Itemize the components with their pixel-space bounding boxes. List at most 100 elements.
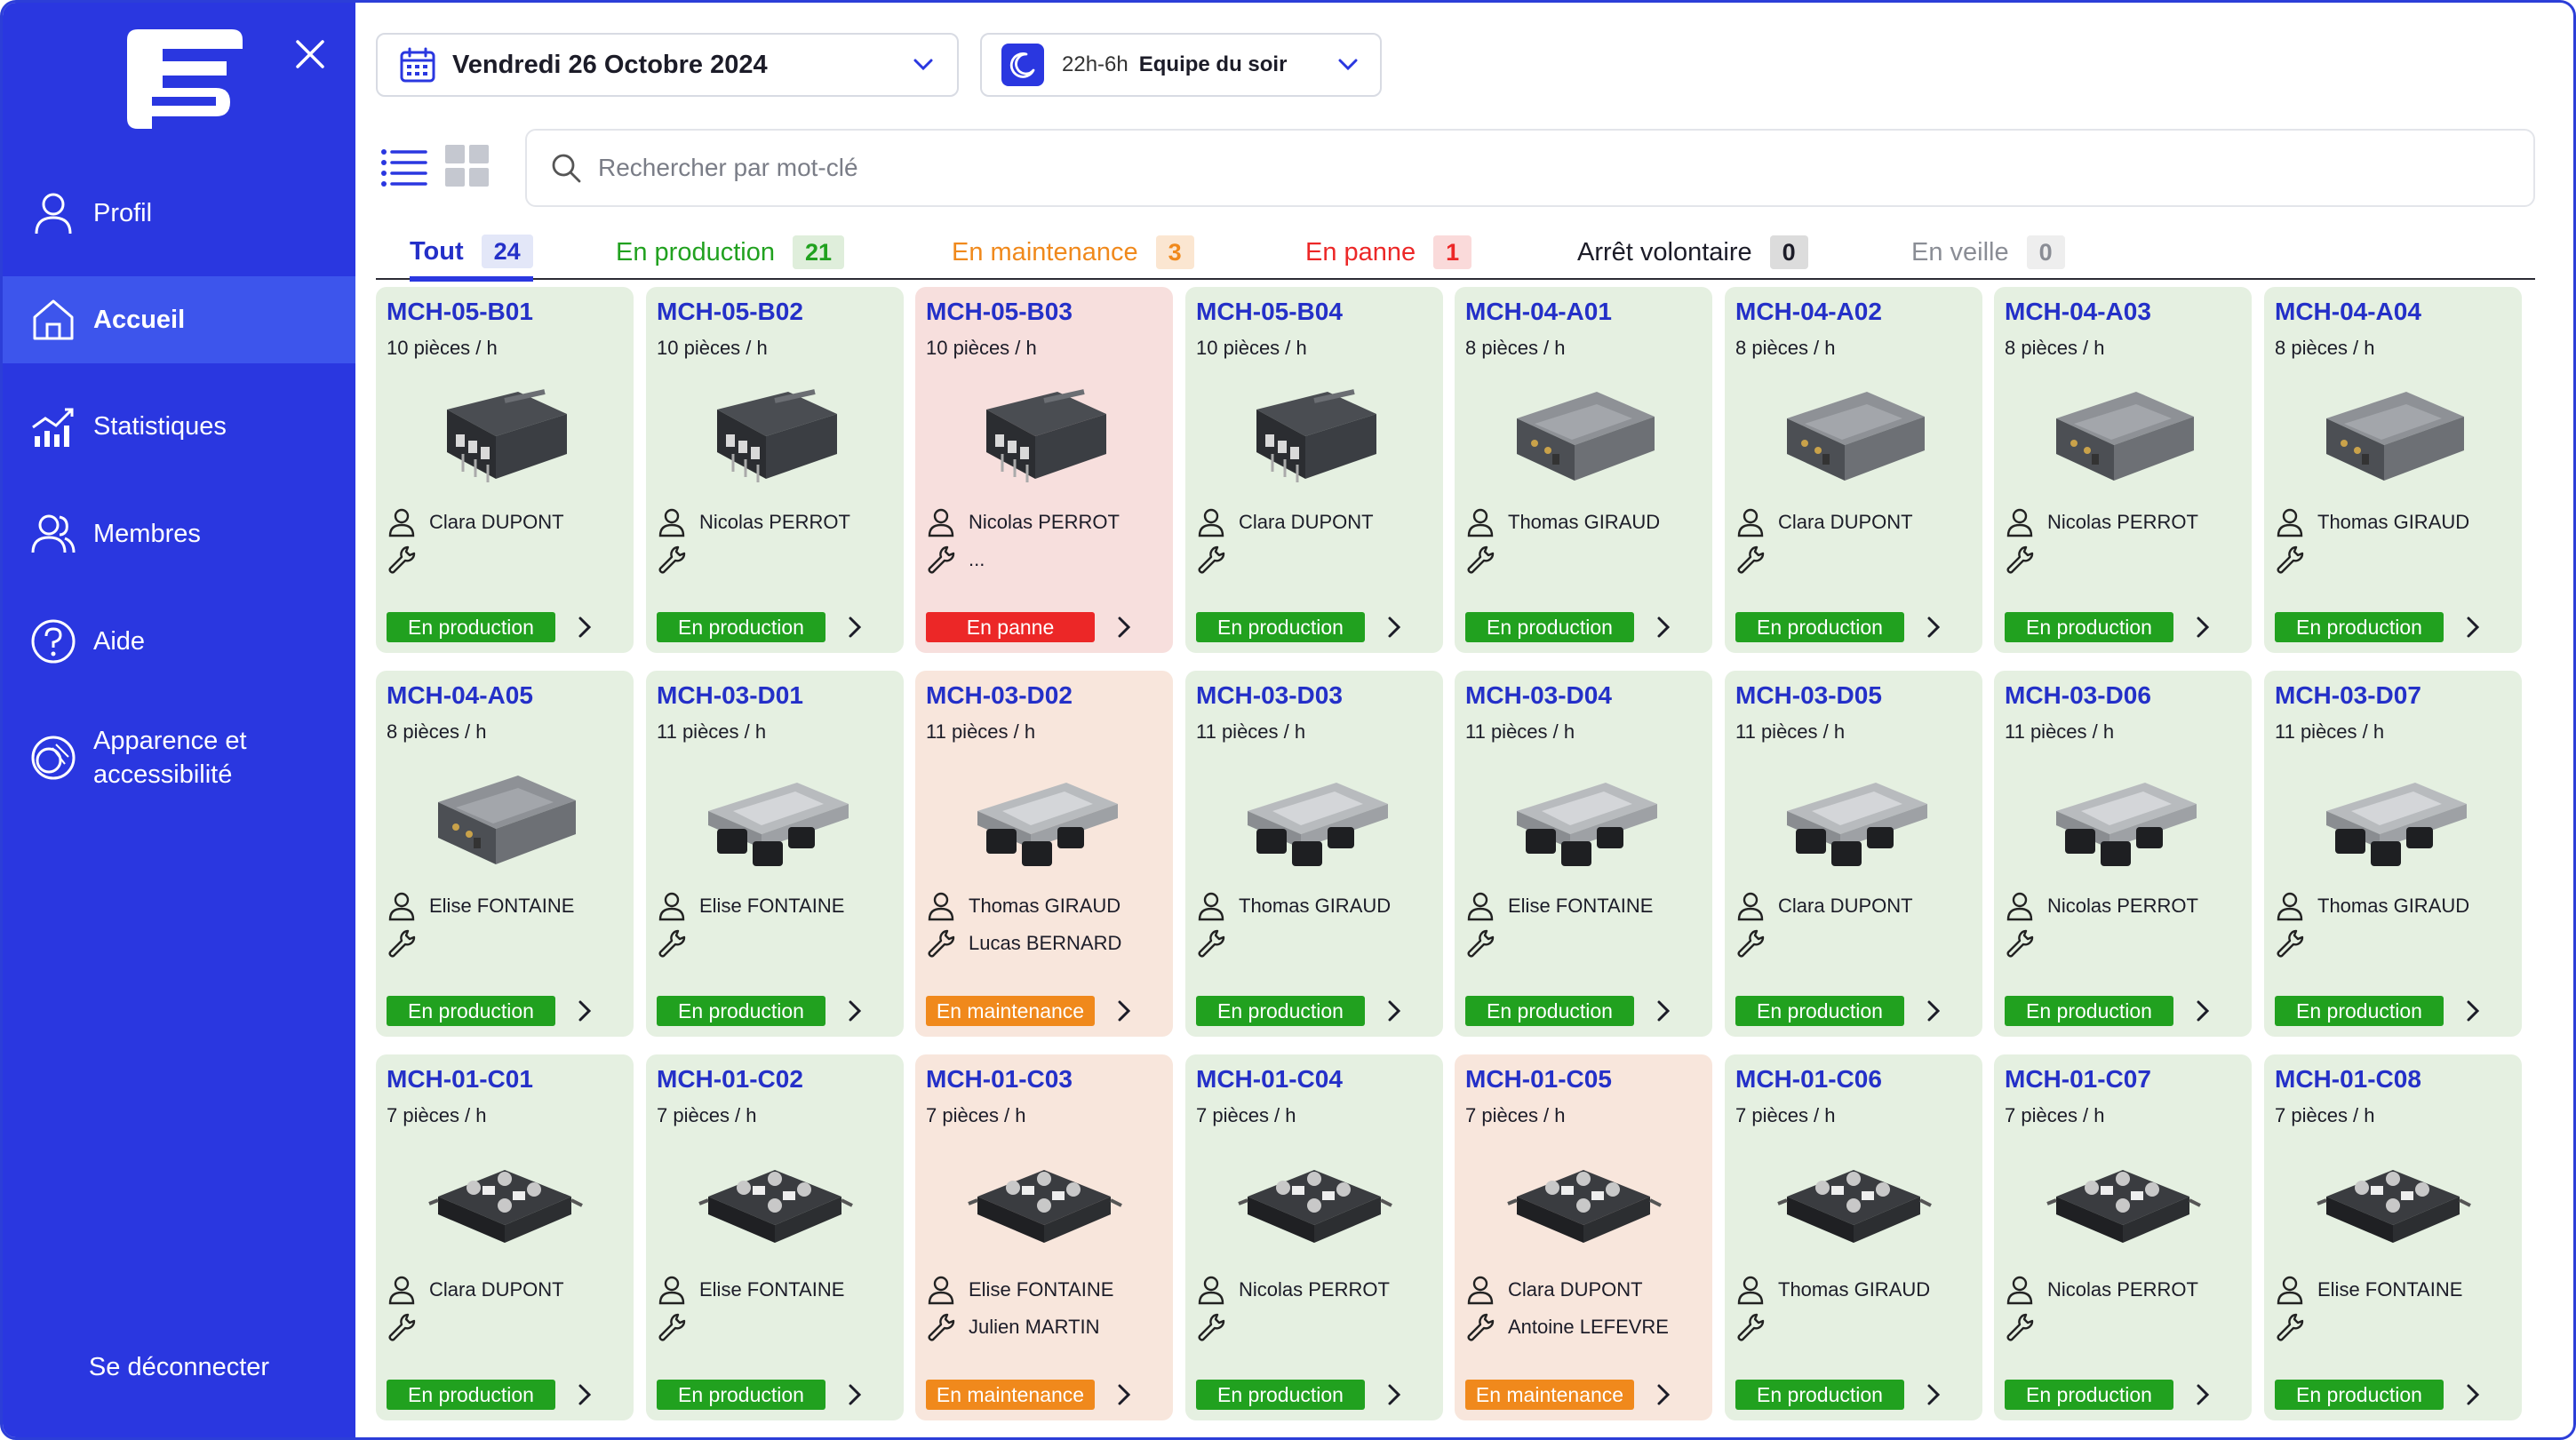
status-badge[interactable]: En production [387, 1380, 555, 1410]
sidebar-item-apparence[interactable]: Apparence et accessibilité [3, 713, 355, 802]
status-badge[interactable]: En production [1196, 1380, 1365, 1410]
machine-card-mch-03-d06[interactable]: MCH-03-D06 11 pièces / h Nicolas PERROT … [1994, 671, 2252, 1037]
machine-card-mch-05-b02[interactable]: MCH-05-B02 10 pièces / h Nicolas PERROT … [646, 287, 904, 653]
machine-card-mch-03-d01[interactable]: MCH-03-D01 11 pièces / h Elise FONTAINE … [646, 671, 904, 1037]
status-badge[interactable]: En production [1735, 612, 1904, 642]
chevron-right-icon[interactable] [1652, 999, 1675, 1022]
tab-arret-volontaire[interactable]: Arrêt volontaire 0 [1577, 227, 1808, 278]
machine-code[interactable]: MCH-01-C06 [1735, 1065, 1882, 1094]
status-badge[interactable]: En production [2275, 1380, 2444, 1410]
machine-code[interactable]: MCH-04-A01 [1465, 298, 1612, 326]
chevron-right-icon[interactable] [1113, 999, 1136, 1022]
machine-card-mch-05-b01[interactable]: MCH-05-B01 10 pièces / h Clara DUPONT En… [376, 287, 634, 653]
sidebar-item-aide[interactable]: Aide [3, 598, 355, 685]
shift-selector[interactable]: 22h-6h Equipe du soir [980, 33, 1382, 97]
machine-code[interactable]: MCH-04-A04 [2275, 298, 2421, 326]
machine-card-mch-03-d03[interactable]: MCH-03-D03 11 pièces / h Thomas GIRAUD E… [1185, 671, 1443, 1037]
status-badge[interactable]: En production [1196, 996, 1365, 1026]
tab-tout[interactable]: Tout 24 [410, 227, 533, 282]
machine-card-mch-01-c02[interactable]: MCH-01-C02 7 pièces / h Elise FONTAINE E… [646, 1054, 904, 1420]
chevron-right-icon[interactable] [573, 616, 596, 639]
chevron-right-icon[interactable] [843, 1383, 866, 1406]
status-badge[interactable]: En production [657, 1380, 825, 1410]
machine-code[interactable]: MCH-03-D06 [2005, 681, 2151, 710]
chevron-right-icon[interactable] [1383, 999, 1406, 1022]
chevron-right-icon[interactable] [1652, 616, 1675, 639]
tab-en-panne[interactable]: En panne 1 [1305, 227, 1472, 278]
status-badge[interactable]: En panne [926, 612, 1095, 642]
machine-code[interactable]: MCH-05-B01 [387, 298, 533, 326]
chevron-right-icon[interactable] [843, 616, 866, 639]
machine-card-mch-03-d02[interactable]: MCH-03-D02 11 pièces / h Thomas GIRAUD L… [915, 671, 1173, 1037]
close-icon[interactable] [292, 36, 328, 72]
machine-code[interactable]: MCH-01-C08 [2275, 1065, 2421, 1094]
machine-card-mch-04-a02[interactable]: MCH-04-A02 8 pièces / h Clara DUPONT En … [1725, 287, 1982, 653]
status-badge[interactable]: En production [1465, 612, 1634, 642]
status-badge[interactable]: En production [2275, 996, 2444, 1026]
chevron-right-icon[interactable] [2461, 999, 2484, 1022]
machine-code[interactable]: MCH-04-A05 [387, 681, 533, 710]
chevron-right-icon[interactable] [2191, 1383, 2214, 1406]
machine-card-mch-01-c08[interactable]: MCH-01-C08 7 pièces / h Elise FONTAINE E… [2264, 1054, 2522, 1420]
machine-code[interactable]: MCH-01-C01 [387, 1065, 533, 1094]
chevron-right-icon[interactable] [1383, 616, 1406, 639]
tab-en-production[interactable]: En production 21 [616, 227, 845, 278]
tab-en-maintenance[interactable]: En maintenance 3 [952, 227, 1194, 278]
machine-card-mch-01-c05[interactable]: MCH-01-C05 7 pièces / h Clara DUPONT Ant… [1455, 1054, 1712, 1420]
machine-code[interactable]: MCH-03-D02 [926, 681, 1073, 710]
machine-code[interactable]: MCH-05-B02 [657, 298, 803, 326]
machine-code[interactable]: MCH-01-C05 [1465, 1065, 1612, 1094]
machine-code[interactable]: MCH-03-D07 [2275, 681, 2421, 710]
status-badge[interactable]: En production [2005, 996, 2173, 1026]
machine-card-mch-04-a01[interactable]: MCH-04-A01 8 pièces / h Thomas GIRAUD En… [1455, 287, 1712, 653]
sidebar-item-profil[interactable]: Profil [3, 170, 355, 257]
machine-card-mch-01-c06[interactable]: MCH-01-C06 7 pièces / h Thomas GIRAUD En… [1725, 1054, 1982, 1420]
status-badge[interactable]: En maintenance [1465, 1380, 1634, 1410]
status-badge[interactable]: En maintenance [926, 996, 1095, 1026]
status-badge[interactable]: En production [657, 996, 825, 1026]
machine-card-mch-03-d05[interactable]: MCH-03-D05 11 pièces / h Clara DUPONT En… [1725, 671, 1982, 1037]
sidebar-item-accueil[interactable]: Accueil [3, 276, 355, 363]
list-view-icon[interactable] [379, 145, 427, 187]
date-picker[interactable]: Vendredi 26 Octobre 2024 [376, 33, 959, 97]
machine-card-mch-01-c04[interactable]: MCH-01-C04 7 pièces / h Nicolas PERROT E… [1185, 1054, 1443, 1420]
status-badge[interactable]: En maintenance [926, 1380, 1095, 1410]
sidebar-item-statistiques[interactable]: Statistiques [3, 383, 355, 470]
machine-code[interactable]: MCH-03-D05 [1735, 681, 1882, 710]
machine-card-mch-03-d07[interactable]: MCH-03-D07 11 pièces / h Thomas GIRAUD E… [2264, 671, 2522, 1037]
machine-card-mch-01-c07[interactable]: MCH-01-C07 7 pièces / h Nicolas PERROT E… [1994, 1054, 2252, 1420]
machine-code[interactable]: MCH-04-A02 [1735, 298, 1882, 326]
machine-code[interactable]: MCH-05-B03 [926, 298, 1073, 326]
status-badge[interactable]: En production [1465, 996, 1634, 1026]
machine-code[interactable]: MCH-04-A03 [2005, 298, 2151, 326]
machine-code[interactable]: MCH-03-D01 [657, 681, 803, 710]
status-badge[interactable]: En production [387, 612, 555, 642]
machine-code[interactable]: MCH-03-D04 [1465, 681, 1612, 710]
machine-card-mch-04-a03[interactable]: MCH-04-A03 8 pièces / h Nicolas PERROT E… [1994, 287, 2252, 653]
chevron-right-icon[interactable] [1113, 616, 1136, 639]
machine-code[interactable]: MCH-03-D03 [1196, 681, 1343, 710]
status-badge[interactable]: En production [2275, 612, 2444, 642]
chevron-right-icon[interactable] [1922, 999, 1945, 1022]
machine-card-mch-04-a05[interactable]: MCH-04-A05 8 pièces / h Elise FONTAINE E… [376, 671, 634, 1037]
machine-card-mch-05-b03[interactable]: MCH-05-B03 10 pièces / h Nicolas PERROT … [915, 287, 1173, 653]
machine-card-mch-04-a04[interactable]: MCH-04-A04 8 pièces / h Thomas GIRAUD En… [2264, 287, 2522, 653]
chevron-right-icon[interactable] [573, 999, 596, 1022]
status-badge[interactable]: En production [2005, 612, 2173, 642]
chevron-right-icon[interactable] [1922, 1383, 1945, 1406]
sidebar-item-membres[interactable]: Membres [3, 490, 355, 577]
tab-en-veille[interactable]: En veille 0 [1911, 227, 2065, 278]
chevron-right-icon[interactable] [2461, 1383, 2484, 1406]
machine-card-mch-03-d04[interactable]: MCH-03-D04 11 pièces / h Elise FONTAINE … [1455, 671, 1712, 1037]
machine-code[interactable]: MCH-01-C03 [926, 1065, 1073, 1094]
machine-card-mch-05-b04[interactable]: MCH-05-B04 10 pièces / h Clara DUPONT En… [1185, 287, 1443, 653]
logout-link[interactable]: Se déconnecter [3, 1353, 355, 1382]
status-badge[interactable]: En production [1735, 996, 1904, 1026]
chevron-right-icon[interactable] [2461, 616, 2484, 639]
machine-card-mch-01-c03[interactable]: MCH-01-C03 7 pièces / h Elise FONTAINE J… [915, 1054, 1173, 1420]
status-badge[interactable]: En production [1196, 612, 1365, 642]
status-badge[interactable]: En production [1735, 1380, 1904, 1410]
chevron-right-icon[interactable] [2191, 999, 2214, 1022]
status-badge[interactable]: En production [657, 612, 825, 642]
machine-code[interactable]: MCH-01-C02 [657, 1065, 803, 1094]
